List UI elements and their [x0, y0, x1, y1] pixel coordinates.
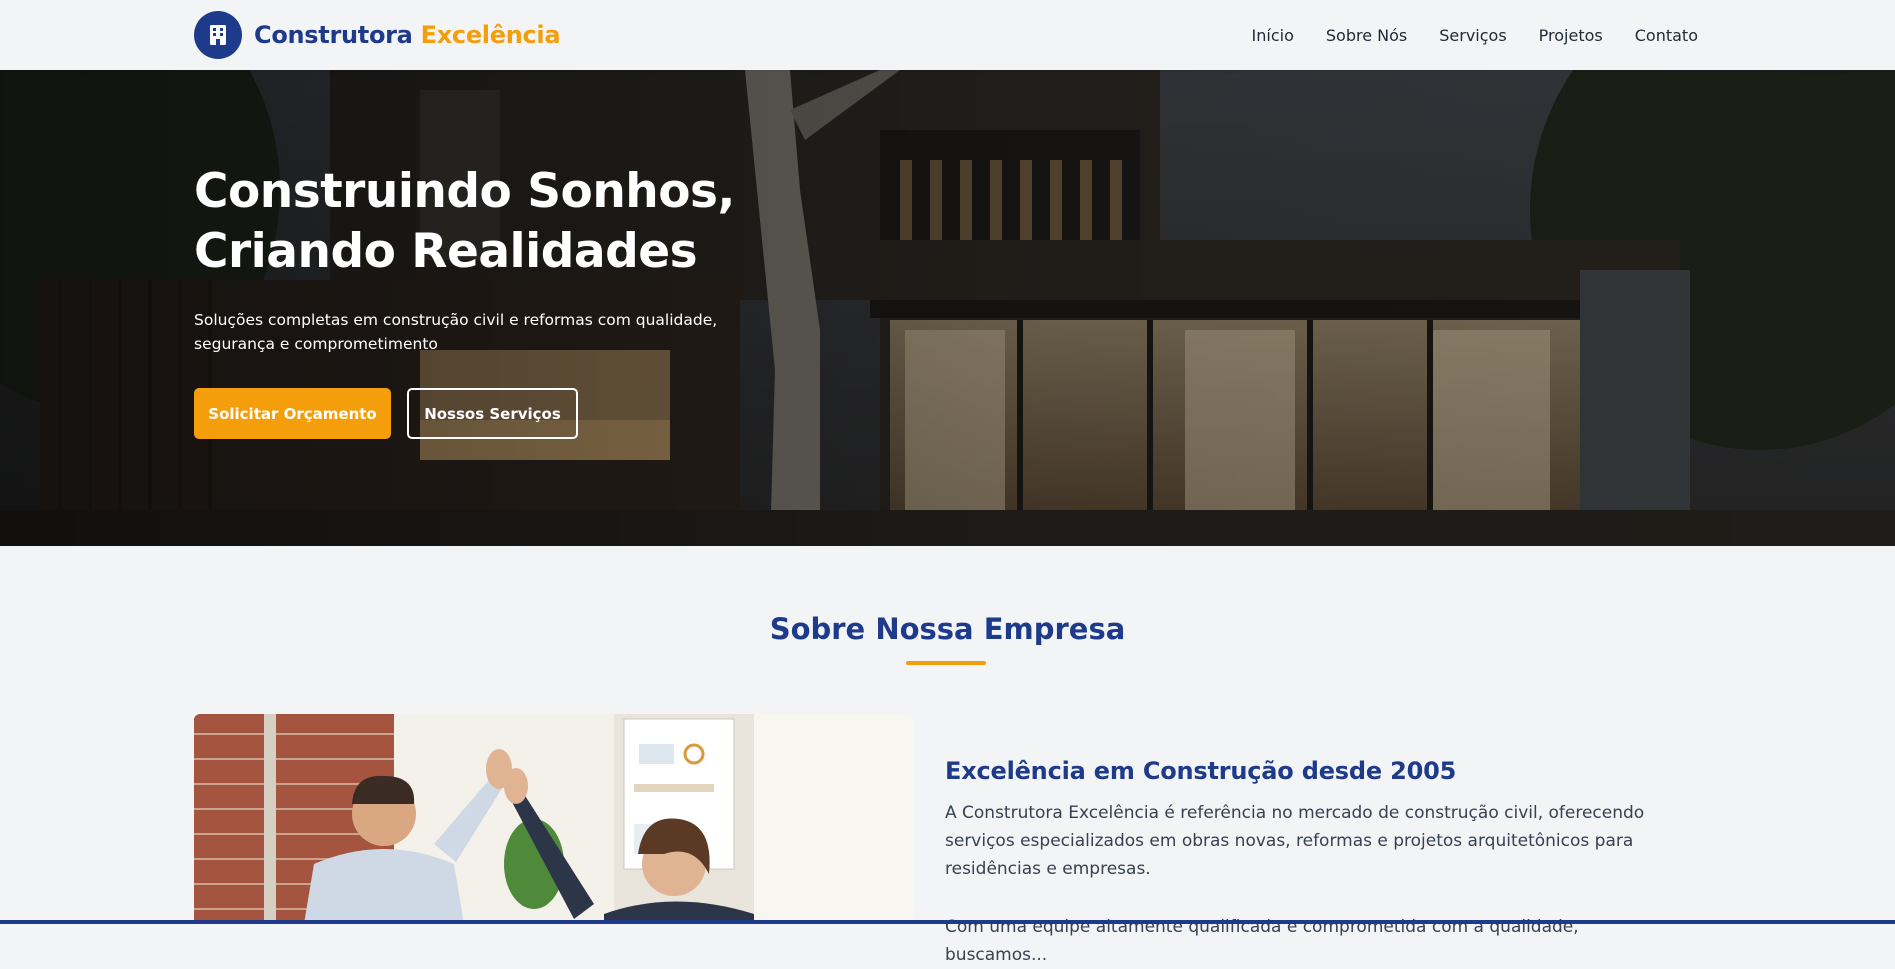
about-heading: Sobre Nossa Empresa: [769, 612, 1126, 646]
hero-content: Construindo Sonhos, Criando Realidades S…: [194, 162, 914, 439]
brand-name-part2: Excelência: [420, 21, 561, 49]
our-services-button[interactable]: Nossos Serviços: [407, 388, 578, 439]
about-text: Excelência em Construção desde 2005 A Co…: [945, 757, 1665, 969]
main-nav: Início Sobre Nós Serviços Projetos Conta…: [1252, 0, 1698, 70]
nav-link-inicio[interactable]: Início: [1252, 26, 1294, 45]
heading-underline: [906, 661, 986, 665]
site-header: Construtora Excelência Início Sobre Nós …: [0, 0, 1895, 70]
nav-link-servicos[interactable]: Serviços: [1439, 26, 1506, 45]
about-team-image: [194, 714, 914, 924]
hero-section: Construindo Sonhos, Criando Realidades S…: [0, 70, 1895, 546]
about-subtitle: Excelência em Construção desde 2005: [945, 757, 1457, 785]
brand-name-part1: Construtora: [254, 21, 413, 49]
building-icon: [194, 11, 242, 59]
request-quote-button[interactable]: Solicitar Orçamento: [194, 388, 391, 439]
nav-link-contato[interactable]: Contato: [1635, 26, 1698, 45]
brand-logo[interactable]: Construtora Excelência: [194, 10, 561, 60]
hero-buttons: Solicitar Orçamento Nossos Serviços: [194, 388, 914, 439]
hero-subtitle: Soluções completas em construção civil e…: [194, 311, 718, 353]
viewport-bottom-border: [0, 920, 1895, 924]
brand-name: Construtora Excelência: [254, 21, 561, 49]
hero-title: Construindo Sonhos, Criando Realidades: [194, 164, 735, 279]
about-paragraph-1: A Construtora Excelência é referência no…: [945, 803, 1645, 879]
nav-link-sobre-nos[interactable]: Sobre Nós: [1326, 26, 1407, 45]
nav-link-projetos[interactable]: Projetos: [1539, 26, 1603, 45]
